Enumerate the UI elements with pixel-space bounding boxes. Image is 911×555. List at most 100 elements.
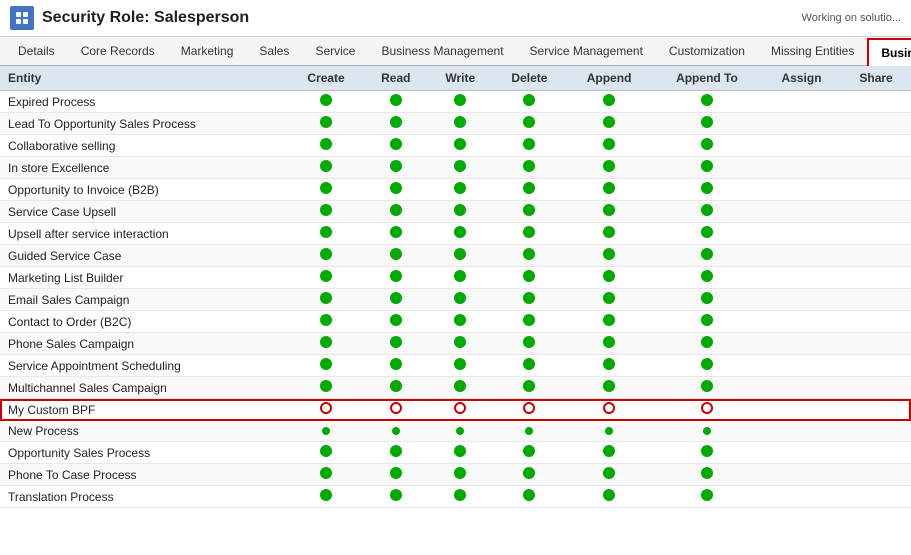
cell-read[interactable] — [364, 333, 428, 355]
cell-append_to[interactable] — [652, 157, 762, 179]
cell-read[interactable] — [364, 223, 428, 245]
permission-dot-filled[interactable] — [454, 489, 466, 501]
tab-marketing[interactable]: Marketing — [168, 37, 247, 65]
cell-write[interactable] — [428, 201, 493, 223]
tab-business-management[interactable]: Business Management — [368, 37, 516, 65]
cell-assign[interactable] — [762, 201, 841, 223]
cell-write[interactable] — [428, 333, 493, 355]
permission-dot-filled[interactable] — [320, 358, 332, 370]
tab-details[interactable]: Details — [5, 37, 68, 65]
cell-delete[interactable] — [493, 113, 567, 135]
cell-assign[interactable] — [762, 442, 841, 464]
permission-dot-filled[interactable] — [390, 336, 402, 348]
cell-read[interactable] — [364, 311, 428, 333]
cell-append[interactable] — [566, 486, 652, 508]
cell-delete[interactable] — [493, 267, 567, 289]
cell-append[interactable] — [566, 179, 652, 201]
cell-append_to[interactable] — [652, 245, 762, 267]
permission-dot-filled[interactable] — [320, 182, 332, 194]
cell-share[interactable] — [841, 157, 911, 179]
cell-delete[interactable] — [493, 333, 567, 355]
cell-create[interactable] — [288, 245, 363, 267]
cell-read[interactable] — [364, 135, 428, 157]
cell-delete[interactable] — [493, 91, 567, 113]
cell-read[interactable] — [364, 245, 428, 267]
cell-append_to[interactable] — [652, 421, 762, 442]
permission-dot-empty[interactable] — [603, 402, 615, 414]
cell-delete[interactable] — [493, 464, 567, 486]
tab-sales[interactable]: Sales — [246, 37, 302, 65]
permission-dot-empty[interactable] — [390, 402, 402, 414]
permission-dot-filled[interactable] — [523, 270, 535, 282]
cell-append_to[interactable] — [652, 486, 762, 508]
cell-assign[interactable] — [762, 179, 841, 201]
permission-dot-small[interactable] — [456, 427, 464, 435]
permission-dot-filled[interactable] — [603, 116, 615, 128]
cell-append_to[interactable] — [652, 442, 762, 464]
cell-delete[interactable] — [493, 135, 567, 157]
cell-append[interactable] — [566, 223, 652, 245]
cell-create[interactable] — [288, 179, 363, 201]
permission-dot-filled[interactable] — [454, 467, 466, 479]
cell-read[interactable] — [364, 289, 428, 311]
permission-dot-filled[interactable] — [320, 445, 332, 457]
cell-append[interactable] — [566, 311, 652, 333]
cell-share[interactable] — [841, 442, 911, 464]
cell-create[interactable] — [288, 223, 363, 245]
cell-share[interactable] — [841, 421, 911, 442]
cell-read[interactable] — [364, 201, 428, 223]
cell-delete[interactable] — [493, 311, 567, 333]
permission-dot-filled[interactable] — [454, 445, 466, 457]
cell-read[interactable] — [364, 486, 428, 508]
permission-dot-filled[interactable] — [320, 292, 332, 304]
cell-read[interactable] — [364, 355, 428, 377]
permission-dot-filled[interactable] — [701, 314, 713, 326]
permission-dot-filled[interactable] — [701, 292, 713, 304]
cell-append[interactable] — [566, 399, 652, 421]
permission-dot-filled[interactable] — [390, 380, 402, 392]
cell-create[interactable] — [288, 421, 363, 442]
cell-append[interactable] — [566, 355, 652, 377]
cell-assign[interactable] — [762, 333, 841, 355]
cell-share[interactable] — [841, 355, 911, 377]
cell-assign[interactable] — [762, 267, 841, 289]
cell-create[interactable] — [288, 311, 363, 333]
cell-read[interactable] — [364, 91, 428, 113]
cell-delete[interactable] — [493, 442, 567, 464]
cell-assign[interactable] — [762, 486, 841, 508]
cell-write[interactable] — [428, 377, 493, 399]
cell-assign[interactable] — [762, 223, 841, 245]
permission-dot-filled[interactable] — [390, 226, 402, 238]
permission-dot-filled[interactable] — [390, 270, 402, 282]
permission-dot-filled[interactable] — [523, 489, 535, 501]
permission-dot-filled[interactable] — [701, 445, 713, 457]
permission-dot-filled[interactable] — [454, 248, 466, 260]
cell-delete[interactable] — [493, 486, 567, 508]
permission-dot-filled[interactable] — [701, 380, 713, 392]
cell-write[interactable] — [428, 442, 493, 464]
permission-dot-filled[interactable] — [320, 116, 332, 128]
permission-dot-filled[interactable] — [390, 358, 402, 370]
permission-dot-small[interactable] — [703, 427, 711, 435]
permission-dot-filled[interactable] — [390, 138, 402, 150]
cell-create[interactable] — [288, 157, 363, 179]
cell-assign[interactable] — [762, 157, 841, 179]
cell-share[interactable] — [841, 245, 911, 267]
cell-assign[interactable] — [762, 113, 841, 135]
cell-write[interactable] — [428, 399, 493, 421]
cell-create[interactable] — [288, 486, 363, 508]
cell-append[interactable] — [566, 377, 652, 399]
permission-dot-filled[interactable] — [701, 160, 713, 172]
permission-dot-filled[interactable] — [523, 160, 535, 172]
cell-append[interactable] — [566, 289, 652, 311]
cell-delete[interactable] — [493, 355, 567, 377]
permission-dot-filled[interactable] — [523, 467, 535, 479]
cell-create[interactable] — [288, 113, 363, 135]
cell-append_to[interactable] — [652, 113, 762, 135]
cell-append_to[interactable] — [652, 333, 762, 355]
permission-dot-filled[interactable] — [390, 292, 402, 304]
permission-dot-filled[interactable] — [454, 116, 466, 128]
cell-delete[interactable] — [493, 399, 567, 421]
permission-dot-filled[interactable] — [603, 226, 615, 238]
cell-assign[interactable] — [762, 245, 841, 267]
